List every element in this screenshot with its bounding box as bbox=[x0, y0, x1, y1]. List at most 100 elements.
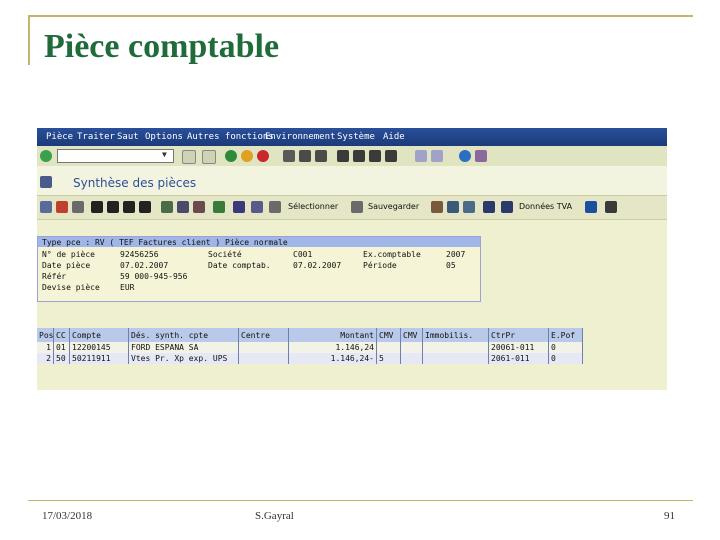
posting-date-value: 07.02.2007 bbox=[293, 261, 342, 270]
col-header-account-desc[interactable]: Dés. synth. cpte bbox=[129, 328, 239, 342]
select-layout-button[interactable]: Sélectionner bbox=[288, 202, 338, 211]
shortcut-icon[interactable] bbox=[431, 150, 443, 162]
new-session-icon[interactable] bbox=[415, 150, 427, 162]
currency-value: EUR bbox=[120, 283, 135, 292]
cell-cmv2 bbox=[401, 342, 423, 353]
save-layout-icon[interactable] bbox=[351, 201, 363, 213]
table-row[interactable]: 1 01 12200145 FORD ESPANA SA 1.146,24 20… bbox=[37, 342, 583, 353]
cancel-icon[interactable] bbox=[257, 150, 269, 162]
exit-icon[interactable] bbox=[241, 150, 253, 162]
menu-item-systeme[interactable]: Système bbox=[337, 132, 375, 142]
layout-icon[interactable] bbox=[475, 150, 487, 162]
cell-account-desc: FORD ESPANA SA bbox=[129, 342, 239, 353]
menu-item-piece[interactable]: Pièce bbox=[46, 132, 73, 142]
save-icon[interactable] bbox=[182, 150, 196, 164]
display-change-icon[interactable] bbox=[72, 201, 84, 213]
col-header-account[interactable]: Compte bbox=[70, 328, 129, 342]
document-type: Type pce : RV ( TEF Factures client ) Pi… bbox=[42, 238, 288, 247]
display-icon[interactable] bbox=[40, 201, 52, 213]
cell-account-desc: Vtes Pr. Xp exp. UPS bbox=[129, 353, 239, 364]
tax-data-button[interactable]: Données TVA bbox=[519, 202, 572, 211]
col-header-center[interactable]: Centre bbox=[239, 328, 289, 342]
menu-item-aide[interactable]: Aide bbox=[383, 132, 405, 142]
cell-epof: 0 bbox=[549, 342, 583, 353]
help-icon[interactable] bbox=[459, 150, 471, 162]
posting-date-label: Date comptab. bbox=[208, 261, 271, 270]
find-icon[interactable] bbox=[299, 150, 311, 162]
reference-value: 59 000-945-956 bbox=[120, 272, 188, 281]
menu-item-autres-fonctions[interactable]: Autres fonctions bbox=[187, 132, 274, 142]
tax-data-icon[interactable] bbox=[483, 201, 495, 213]
company-value: C001 bbox=[293, 250, 313, 259]
first-page-icon[interactable] bbox=[337, 150, 349, 162]
layout-select-icon[interactable] bbox=[251, 201, 263, 213]
print-list-icon[interactable] bbox=[233, 201, 245, 213]
table-header: Pos CC Compte Dés. synth. cpte Centre Mo… bbox=[37, 328, 583, 342]
footer-page-number: 91 bbox=[664, 510, 675, 522]
col-header-cmv2[interactable]: CMV bbox=[401, 328, 423, 342]
save-disabled-icon[interactable] bbox=[202, 150, 216, 164]
col-header-cc[interactable]: CC bbox=[54, 328, 70, 342]
tax-icon-2[interactable] bbox=[501, 201, 513, 213]
print-icon[interactable] bbox=[283, 150, 295, 162]
screen-title-bar: Synthèse des pièces bbox=[37, 166, 667, 195]
menu-item-saut[interactable]: Saut bbox=[117, 132, 139, 142]
slide-frame-top bbox=[28, 15, 693, 17]
doc-date-label: Date pièce bbox=[42, 261, 91, 270]
screen-title: Synthèse des pièces bbox=[73, 176, 197, 190]
prev-item-icon[interactable] bbox=[107, 201, 119, 213]
next-page-icon[interactable] bbox=[369, 150, 381, 162]
slide-frame-bottom bbox=[28, 500, 693, 501]
fiscal-year-value: 2007 bbox=[446, 250, 466, 259]
copy-icon[interactable] bbox=[447, 201, 459, 213]
col-header-pos[interactable]: Pos bbox=[37, 328, 54, 342]
prev-page-icon[interactable] bbox=[353, 150, 365, 162]
system-toolbar: ▼ bbox=[37, 146, 667, 167]
table-icon[interactable] bbox=[463, 201, 475, 213]
footer-date: 17/03/2018 bbox=[42, 510, 93, 522]
select-icon[interactable] bbox=[269, 201, 281, 213]
last-item-icon[interactable] bbox=[139, 201, 151, 213]
cell-center bbox=[239, 353, 289, 364]
col-header-epof[interactable]: E.Pof bbox=[549, 328, 583, 342]
edit-icon[interactable] bbox=[56, 201, 68, 213]
next-item-icon[interactable] bbox=[123, 201, 135, 213]
first-item-icon[interactable] bbox=[91, 201, 103, 213]
sap-window: Pièce Traiter Saut Options Autres foncti… bbox=[37, 128, 667, 390]
command-field[interactable] bbox=[57, 149, 174, 163]
document-icon[interactable] bbox=[431, 201, 443, 213]
doc-number-value: 92456256 bbox=[120, 250, 159, 259]
total-icon[interactable] bbox=[193, 201, 205, 213]
cell-asset bbox=[423, 342, 489, 353]
menu-item-options[interactable]: Options bbox=[145, 132, 183, 142]
export-icon[interactable] bbox=[213, 201, 225, 213]
more-icon[interactable] bbox=[605, 201, 617, 213]
sort-icon[interactable] bbox=[177, 201, 189, 213]
last-page-icon[interactable] bbox=[385, 150, 397, 162]
table-row[interactable]: 2 50 50211911 Vtes Pr. Xp exp. UPS 1.146… bbox=[37, 353, 583, 364]
back-icon[interactable] bbox=[225, 150, 237, 162]
cell-cc: 01 bbox=[54, 342, 70, 353]
enter-icon[interactable] bbox=[40, 150, 52, 162]
reference-label: Référ bbox=[42, 272, 67, 281]
menu-item-traiter[interactable]: Traiter bbox=[77, 132, 115, 142]
menu-item-environnement[interactable]: Environnement bbox=[265, 132, 335, 142]
currency-label: Devise pièce bbox=[42, 283, 100, 292]
document-header: Type pce : RV ( TEF Factures client ) Pi… bbox=[37, 236, 481, 302]
save-layout-button[interactable]: Sauvegarder bbox=[368, 202, 419, 211]
cell-profit-center: 20061-011 bbox=[489, 342, 549, 353]
filter-icon[interactable] bbox=[161, 201, 173, 213]
cell-cmv2 bbox=[401, 353, 423, 364]
doc-date-value: 07.02.2007 bbox=[120, 261, 169, 270]
menu-bar: Pièce Traiter Saut Options Autres foncti… bbox=[37, 128, 667, 146]
col-header-cmv1[interactable]: CMV bbox=[377, 328, 401, 342]
col-header-profit-center[interactable]: CtrPr bbox=[489, 328, 549, 342]
col-header-amount[interactable]: Montant bbox=[289, 328, 377, 342]
find-next-icon[interactable] bbox=[315, 150, 327, 162]
cell-amount: 1.146,24- bbox=[289, 353, 377, 364]
col-header-asset[interactable]: Immobilis. bbox=[423, 328, 489, 342]
chevron-down-icon[interactable]: ▼ bbox=[162, 150, 167, 159]
cell-center bbox=[239, 342, 289, 353]
cell-cmv1: 5 bbox=[377, 353, 401, 364]
info-icon[interactable] bbox=[585, 201, 597, 213]
